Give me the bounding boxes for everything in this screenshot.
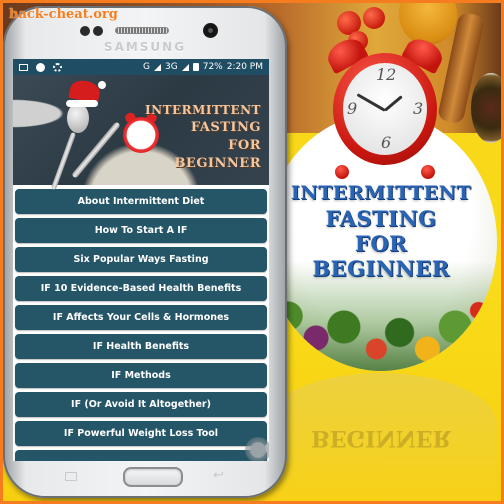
clock-number: 6: [381, 133, 392, 152]
menu-item-weight-loss-tool[interactable]: IF Powerful Weight Loss Tool: [15, 421, 267, 446]
menu-item-cells-hormones[interactable]: IF Affects Your Cells & Hormones: [15, 305, 267, 330]
signal-icon: [154, 63, 162, 71]
sync-icon: [53, 62, 62, 72]
promo-frame: BEGINNER 12 3 6 9 INTERMITTENT FASTING F…: [3, 3, 501, 501]
menu-item-how-to-start[interactable]: How To Start A IF: [15, 218, 267, 243]
menu-item-about-intermittent-diet[interactable]: About Intermittent Diet: [15, 189, 267, 214]
battery-level: 72%: [202, 62, 223, 72]
menu-list: About Intermittent Diet How To Start A I…: [13, 185, 269, 461]
pepper-bowl-image: [471, 73, 501, 143]
menu-item-health-benefits-10[interactable]: IF 10 Evidence-Based Health Benefits: [15, 276, 267, 301]
tomato-image: [363, 7, 385, 29]
menu-item-six-popular-ways[interactable]: Six Popular Ways Fasting: [15, 247, 267, 272]
watermark: hack-cheat.org: [9, 7, 118, 22]
reflection-text: BEGINNER: [311, 425, 451, 451]
clock-face: 12 3 6 9: [343, 63, 427, 155]
santa-hat-icon: [66, 78, 106, 107]
phone-mockup: SAMSUNG G 3G 72% 2:20 PM INTERMITTENT FA…: [3, 6, 287, 498]
image-icon: [19, 63, 28, 71]
sensor-icon: [80, 26, 90, 36]
sensor-icon: [93, 26, 103, 36]
phone-brand: SAMSUNG: [103, 40, 187, 54]
back-icon[interactable]: ↩: [213, 468, 224, 483]
front-camera-icon: [203, 23, 218, 38]
promo-reflection: BEGINNER: [265, 373, 497, 501]
network-type-3g: 3G: [165, 62, 178, 72]
spoon-icon: [67, 103, 89, 133]
assistive-touch-button[interactable]: [245, 437, 269, 461]
promo-title: INTERMITTENT FASTING FOR BEGINNER: [290, 182, 472, 281]
battery-icon: [192, 63, 199, 71]
chrome-icon: [36, 62, 45, 72]
recents-icon[interactable]: [65, 472, 77, 481]
network-type: G: [143, 62, 151, 72]
signal-icon: [181, 63, 189, 71]
home-button[interactable]: [123, 467, 183, 487]
clock-number: 9: [347, 99, 358, 118]
spoon-icon: [50, 131, 77, 191]
menu-item-partial[interactable]: [15, 450, 267, 461]
clock-hour-hand: [384, 95, 403, 112]
hardware-nav-bar: ↩: [13, 461, 269, 491]
clock-time: 2:20 PM: [226, 62, 263, 72]
app-screen: G 3G 72% 2:20 PM INTERMITTENT FASTING FO…: [13, 59, 269, 461]
status-bar: G 3G 72% 2:20 PM: [13, 59, 269, 75]
clock-number: 12: [376, 65, 397, 84]
menu-item-avoid-it[interactable]: IF (Or Avoid It Altogether): [15, 392, 267, 417]
clock-minute-hand: [356, 93, 386, 112]
alarm-clock-icon: 12 3 6 9: [323, 33, 447, 181]
app-banner: INTERMITTENT FASTING FOR BEGINNER: [13, 75, 269, 191]
clock-number: 3: [413, 99, 424, 118]
menu-item-methods[interactable]: IF Methods: [15, 363, 267, 388]
speaker-grille: [115, 27, 169, 34]
honey-bowl-image: [399, 3, 457, 45]
banner-title: INTERMITTENT FASTING FOR BEGINNER: [144, 103, 261, 171]
menu-item-health-benefits[interactable]: IF Health Benefits: [15, 334, 267, 359]
